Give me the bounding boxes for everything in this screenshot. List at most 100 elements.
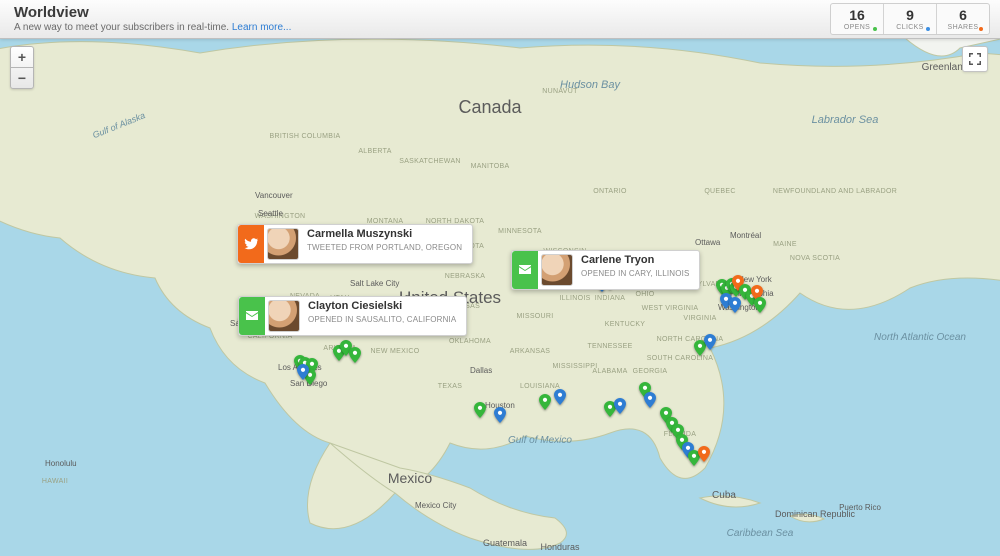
map-pin[interactable] <box>297 364 309 380</box>
activity-callout[interactable]: Carmella MuszynskiTWEETED FROM PORTLAND,… <box>237 224 473 264</box>
label-quebec: QUEBEC <box>704 188 735 195</box>
callout-action: TWEETED FROM PORTLAND, OREGON <box>307 243 462 253</box>
map-pin[interactable] <box>704 334 716 350</box>
callout-text: Carmella MuszynskiTWEETED FROM PORTLAND,… <box>299 225 472 263</box>
label-guatemala: Guatemala <box>483 538 527 548</box>
callout-text: Clayton Ciesielski OPENED IN SAUSALITO, C… <box>300 297 466 335</box>
label-mississippi: MISSISSIPPI <box>553 363 598 370</box>
label-puerto-rico: Puerto Rico <box>839 503 881 512</box>
mail-icon <box>245 309 259 323</box>
city-ottawa: Ottawa <box>695 238 721 247</box>
label-british-columbia: BRITISH COLUMBIA <box>270 133 341 140</box>
avatar <box>268 300 300 332</box>
city-dallas: Dallas <box>470 366 492 375</box>
city-salt-lake: Salt Lake City <box>350 279 399 288</box>
city-vancouver: Vancouver <box>255 191 293 200</box>
pin-icon <box>297 364 309 380</box>
label-arkansas: ARKANSAS <box>510 348 551 355</box>
pin-icon <box>474 402 486 418</box>
metric-opens[interactable]: 16 OPENS <box>831 4 883 34</box>
map-pin[interactable] <box>644 392 656 408</box>
label-texas: TEXAS <box>438 383 462 390</box>
callout-badge <box>239 297 265 335</box>
zoom-in-button[interactable]: + <box>11 47 33 68</box>
activity-callout[interactable]: Clayton Ciesielski OPENED IN SAUSALITO, C… <box>238 296 467 336</box>
page-title: Worldview <box>14 4 89 21</box>
metrics-panel: 16 OPENS 9 CLICKS 6 SHARES <box>830 3 990 35</box>
map-pin[interactable] <box>474 402 486 418</box>
avatar <box>541 254 573 286</box>
map-pin[interactable] <box>698 446 710 462</box>
label-newfoundland: NEWFOUNDLAND AND LABRADOR <box>773 188 897 195</box>
map[interactable]: Canada United States Mexico Hudson Bay L… <box>0 38 1000 556</box>
fullscreen-button[interactable] <box>962 46 988 72</box>
label-indiana: INDIANA <box>595 295 626 302</box>
zoom-control: + − <box>10 46 34 89</box>
dot-icon <box>979 27 983 31</box>
twitter-icon <box>244 237 258 251</box>
label-caribbean: Caribbean Sea <box>727 528 794 539</box>
metric-shares-label: SHARES <box>948 24 979 31</box>
label-labrador-sea: Labrador Sea <box>812 114 879 126</box>
label-mexico: Mexico <box>388 470 433 486</box>
activity-callout[interactable]: Carlene Tryon OPENED IN CARY, ILLINOIS <box>511 250 700 290</box>
pin-icon <box>349 347 361 363</box>
pin-icon <box>754 297 766 313</box>
map-pin[interactable] <box>539 394 551 410</box>
city-montreal: Montréal <box>730 231 761 240</box>
dot-icon <box>926 27 930 31</box>
city-honolulu: Honolulu <box>45 459 77 468</box>
pin-icon <box>704 334 716 350</box>
label-gulf-mexico: Gulf of Mexico <box>508 435 572 446</box>
subtitle-text: A new way to meet your subscribers in re… <box>14 22 232 33</box>
callout-action: OPENED IN SAUSALITO, CALIFORNIA <box>308 315 456 325</box>
pin-icon <box>614 398 626 414</box>
metric-clicks[interactable]: 9 CLICKS <box>883 4 936 34</box>
dot-icon <box>873 27 877 31</box>
label-georgia: GEORGIA <box>633 368 668 375</box>
map-pin[interactable] <box>754 297 766 313</box>
pin-icon <box>644 392 656 408</box>
fullscreen-icon <box>969 53 981 65</box>
label-south-carolina: SOUTH CAROLINA <box>647 355 713 362</box>
pin-icon <box>539 394 551 410</box>
map-pin[interactable] <box>554 389 566 405</box>
callout-name: Carlene Tryon <box>581 254 689 267</box>
metric-opens-value: 16 <box>849 8 865 22</box>
label-oklahoma: OKLAHOMA <box>449 338 491 345</box>
zoom-out-button[interactable]: − <box>11 68 33 88</box>
map-pin[interactable] <box>349 347 361 363</box>
label-north-atlantic: North Atlantic Ocean <box>874 332 966 343</box>
label-ohio: OHIO <box>635 291 654 298</box>
label-new-mexico: NEW MEXICO <box>371 348 420 355</box>
map-pin[interactable] <box>614 398 626 414</box>
metric-clicks-label: CLICKS <box>896 24 923 31</box>
pin-icon <box>554 389 566 405</box>
label-maine: MAINE <box>773 241 797 248</box>
label-illinois: ILLINOIS <box>559 295 590 302</box>
city-seattle: Seattle <box>258 209 283 218</box>
label-hawaii: HAWAII <box>42 478 68 485</box>
label-missouri: MISSOURI <box>516 313 553 320</box>
metric-clicks-value: 9 <box>906 8 914 22</box>
label-west-virginia: WEST VIRGINIA <box>642 305 699 312</box>
map-svg: Canada United States Mexico Hudson Bay L… <box>0 38 1000 556</box>
city-mexico-city: Mexico City <box>415 501 456 510</box>
learn-more-link[interactable]: Learn more... <box>232 22 291 33</box>
metric-shares[interactable]: 6 SHARES <box>936 4 989 34</box>
map-pin[interactable] <box>494 407 506 423</box>
topbar: Worldview A new way to meet your subscri… <box>0 0 1000 39</box>
metric-opens-label: OPENS <box>844 24 870 31</box>
label-virginia: VIRGINIA <box>683 315 716 322</box>
label-tennessee: TENNESSEE <box>587 343 632 350</box>
label-nebraska: NEBRASKA <box>445 273 486 280</box>
page-subtitle: A new way to meet your subscribers in re… <box>14 22 291 33</box>
callout-badge <box>512 251 538 289</box>
pin-icon <box>494 407 506 423</box>
callout-action: OPENED IN CARY, ILLINOIS <box>581 269 689 279</box>
callout-name: Clayton Ciesielski <box>308 300 456 313</box>
avatar <box>267 228 299 260</box>
pin-icon <box>698 446 710 462</box>
label-alabama: ALABAMA <box>592 368 627 375</box>
callout-badge <box>238 225 264 263</box>
